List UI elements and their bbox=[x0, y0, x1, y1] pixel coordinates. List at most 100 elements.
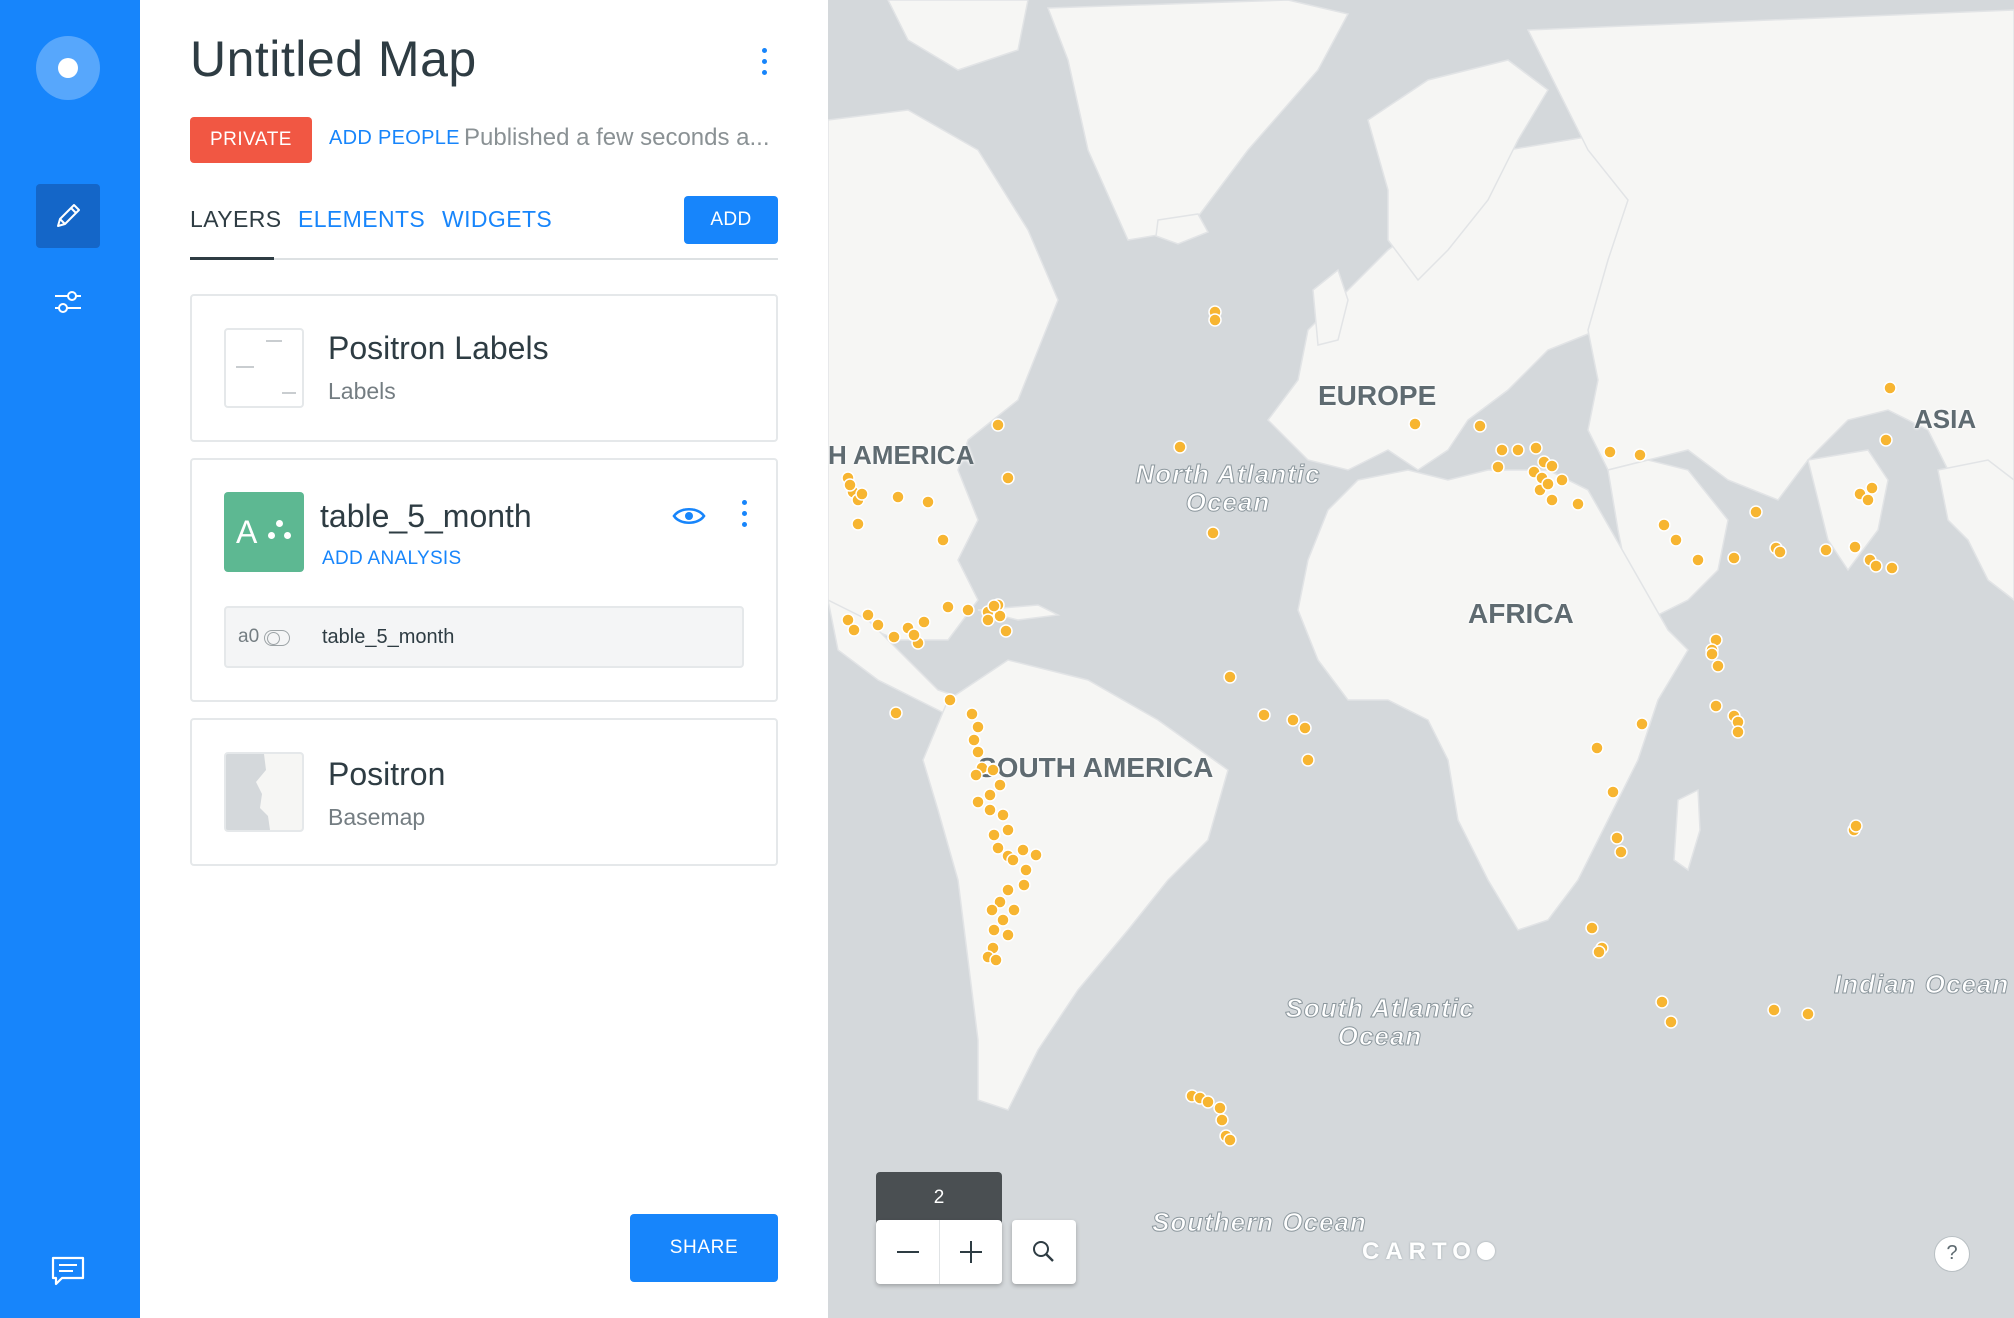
data-point[interactable] bbox=[941, 600, 955, 614]
data-point[interactable] bbox=[1705, 647, 1719, 661]
data-point[interactable] bbox=[1286, 713, 1300, 727]
data-point[interactable] bbox=[1006, 853, 1020, 867]
layer-card-positron-labels[interactable]: Positron Labels Labels bbox=[190, 294, 778, 442]
data-point[interactable] bbox=[967, 733, 981, 747]
data-point[interactable] bbox=[991, 841, 1005, 855]
data-point[interactable] bbox=[1529, 441, 1543, 455]
share-button[interactable]: SHARE bbox=[630, 1214, 778, 1282]
data-point[interactable] bbox=[851, 517, 865, 531]
data-point[interactable] bbox=[1223, 670, 1237, 684]
data-point[interactable] bbox=[1606, 785, 1620, 799]
data-point[interactable] bbox=[1848, 540, 1862, 554]
data-point[interactable] bbox=[1669, 533, 1683, 547]
map-search-button[interactable] bbox=[1012, 1220, 1076, 1284]
data-point[interactable] bbox=[1879, 433, 1893, 447]
data-point[interactable] bbox=[1657, 518, 1671, 532]
data-point[interactable] bbox=[1664, 1015, 1678, 1029]
data-point[interactable] bbox=[1883, 381, 1897, 395]
privacy-badge[interactable]: PRIVATE bbox=[190, 117, 312, 163]
data-point[interactable] bbox=[1007, 903, 1021, 917]
data-point[interactable] bbox=[981, 613, 995, 627]
tab-elements[interactable]: ELEMENTS bbox=[298, 206, 425, 233]
data-point[interactable] bbox=[1655, 995, 1669, 1009]
data-point[interactable] bbox=[1001, 823, 1015, 837]
data-point[interactable] bbox=[1592, 945, 1606, 959]
data-point[interactable] bbox=[907, 628, 921, 642]
zoom-out-button[interactable] bbox=[876, 1220, 939, 1284]
data-point[interactable] bbox=[1610, 831, 1624, 845]
data-point[interactable] bbox=[1819, 543, 1833, 557]
data-point[interactable] bbox=[971, 720, 985, 734]
data-point[interactable] bbox=[891, 490, 905, 504]
data-point[interactable] bbox=[1731, 725, 1745, 739]
chat-icon[interactable] bbox=[50, 1255, 86, 1287]
map-title[interactable]: Untitled Map bbox=[190, 30, 477, 88]
data-point[interactable] bbox=[1001, 928, 1015, 942]
data-point[interactable] bbox=[861, 608, 875, 622]
data-point[interactable] bbox=[1017, 878, 1031, 892]
tab-layers[interactable]: LAYERS bbox=[190, 206, 281, 233]
data-point[interactable] bbox=[1206, 526, 1220, 540]
help-button[interactable]: ? bbox=[1934, 1236, 1970, 1272]
map-canvas[interactable]: H AMERICA EUROPE ASIA AFRICA SOUTH AMERI… bbox=[828, 0, 2014, 1318]
data-point[interactable] bbox=[986, 763, 1000, 777]
data-point[interactable] bbox=[1571, 497, 1585, 511]
layer-card-positron-basemap[interactable]: Positron Basemap bbox=[190, 718, 778, 866]
data-point[interactable] bbox=[1541, 477, 1555, 491]
data-point[interactable] bbox=[847, 623, 861, 637]
data-point[interactable] bbox=[985, 903, 999, 917]
data-point[interactable] bbox=[961, 603, 975, 617]
data-point[interactable] bbox=[1201, 1095, 1215, 1109]
data-point[interactable] bbox=[1709, 699, 1723, 713]
data-point[interactable] bbox=[1545, 493, 1559, 507]
data-point[interactable] bbox=[843, 478, 857, 492]
map-settings-button[interactable] bbox=[36, 270, 100, 334]
layer-card-table-5-month[interactable]: A table_5_month ADD ANALYSIS a0 table_5_… bbox=[190, 458, 778, 702]
data-point[interactable] bbox=[1213, 1101, 1227, 1115]
data-point[interactable] bbox=[871, 618, 885, 632]
data-point[interactable] bbox=[917, 615, 931, 629]
data-point[interactable] bbox=[921, 495, 935, 509]
data-point[interactable] bbox=[1001, 883, 1015, 897]
data-point[interactable] bbox=[1001, 471, 1015, 485]
data-point[interactable] bbox=[993, 778, 1007, 792]
data-point[interactable] bbox=[1555, 473, 1569, 487]
data-point[interactable] bbox=[887, 630, 901, 644]
carto-home-icon[interactable] bbox=[36, 36, 100, 100]
data-point[interactable] bbox=[1301, 753, 1315, 767]
data-point[interactable] bbox=[971, 795, 985, 809]
data-point[interactable] bbox=[983, 803, 997, 817]
data-point[interactable] bbox=[1545, 459, 1559, 473]
data-point[interactable] bbox=[855, 487, 869, 501]
eye-icon[interactable] bbox=[672, 504, 706, 528]
add-people-link[interactable]: ADD PEOPLE bbox=[329, 127, 460, 150]
zoom-in-button[interactable] bbox=[939, 1220, 1002, 1284]
data-point[interactable] bbox=[1029, 848, 1043, 862]
data-point[interactable] bbox=[965, 707, 979, 721]
add-analysis-link[interactable]: ADD ANALYSIS bbox=[322, 548, 461, 570]
data-point[interactable] bbox=[1016, 843, 1030, 857]
data-point[interactable] bbox=[1885, 561, 1899, 575]
data-point[interactable] bbox=[1861, 493, 1875, 507]
data-point[interactable] bbox=[1767, 1003, 1781, 1017]
data-point[interactable] bbox=[1749, 505, 1763, 519]
data-point[interactable] bbox=[987, 828, 1001, 842]
data-point[interactable] bbox=[1869, 559, 1883, 573]
data-point[interactable] bbox=[969, 768, 983, 782]
data-point[interactable] bbox=[1773, 545, 1787, 559]
data-point[interactable] bbox=[1727, 551, 1741, 565]
data-point[interactable] bbox=[1511, 443, 1525, 457]
data-point[interactable] bbox=[1801, 1007, 1815, 1021]
data-point[interactable] bbox=[1495, 443, 1509, 457]
edit-map-button[interactable] bbox=[36, 184, 100, 248]
data-point[interactable] bbox=[1298, 721, 1312, 735]
data-point[interactable] bbox=[1590, 741, 1604, 755]
data-point[interactable] bbox=[1849, 819, 1863, 833]
data-point[interactable] bbox=[943, 693, 957, 707]
data-point[interactable] bbox=[983, 788, 997, 802]
data-point[interactable] bbox=[1603, 445, 1617, 459]
data-point[interactable] bbox=[996, 913, 1010, 927]
data-point[interactable] bbox=[1614, 845, 1628, 859]
data-point[interactable] bbox=[1711, 659, 1725, 673]
data-point[interactable] bbox=[1491, 460, 1505, 474]
